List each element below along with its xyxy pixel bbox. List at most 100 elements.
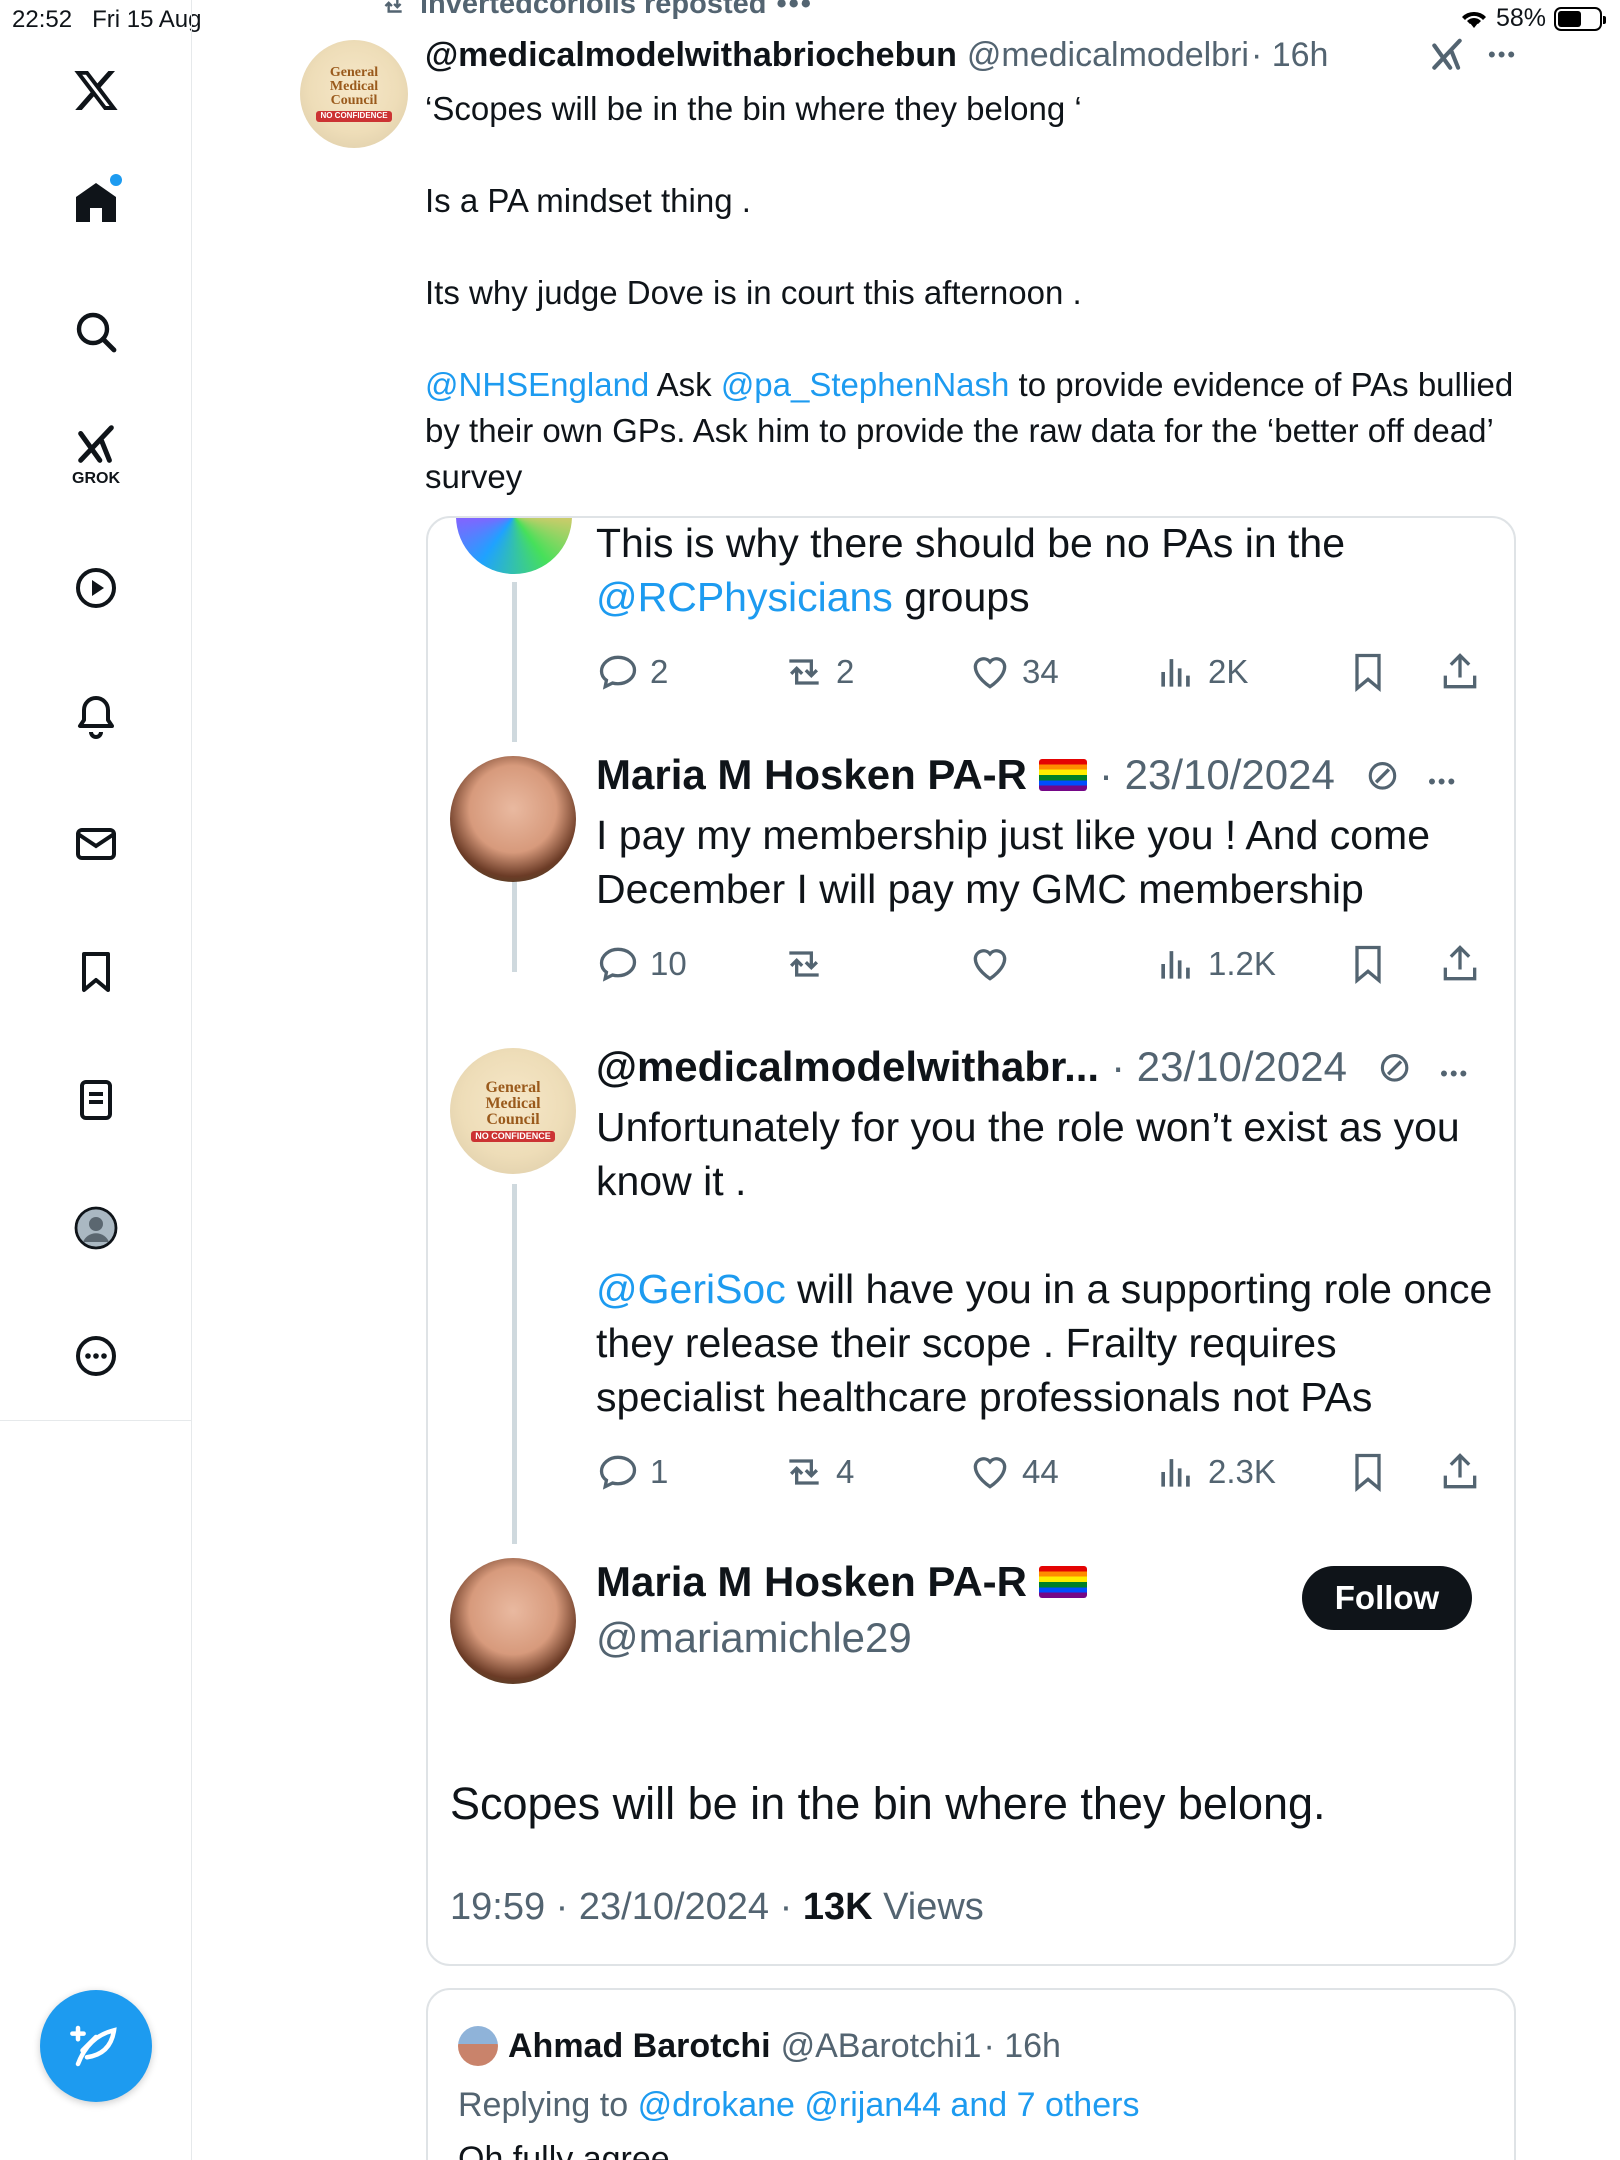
maria-avatar[interactable]	[450, 1558, 576, 1684]
battery-icon	[1554, 6, 1606, 31]
colorful-avatar[interactable]	[456, 518, 572, 574]
reply-button[interactable]: 10	[596, 934, 687, 994]
tweet-timestamp[interactable]: 19:59 · 23/10/2024 ·	[450, 1886, 792, 1928]
bookmark-button[interactable]	[1346, 934, 1390, 994]
mention-link[interactable]: @pa_StephenNash	[721, 366, 1010, 403]
nav-lists[interactable]	[56, 1060, 136, 1140]
mention-link[interactable]: @RCPhysicians	[596, 574, 893, 620]
bookmark-button[interactable]	[1346, 1442, 1390, 1502]
heart-icon	[973, 1457, 1007, 1489]
profile-icon	[74, 1206, 118, 1250]
play-circle-icon	[76, 568, 116, 608]
views-count: 13K	[802, 1886, 873, 1928]
tweet-paragraph: Is a PA mindset thing .	[425, 182, 751, 219]
tweet-age[interactable]: · 16h	[983, 2027, 1061, 2066]
more-icon[interactable]: •••	[1428, 769, 1457, 795]
views-button[interactable]: 2.3K	[1154, 1442, 1276, 1502]
grok-icon	[78, 425, 114, 463]
wifi-icon	[1461, 11, 1486, 28]
author-name[interactable]: Maria M Hosken PA-R	[596, 1558, 1027, 1606]
nav-notifications[interactable]	[56, 676, 136, 756]
views-button[interactable]: 1.2K	[1154, 934, 1276, 994]
nav-home[interactable]	[56, 162, 136, 242]
quoted-post-text: Unfortunately for you the role won’t exi…	[596, 1100, 1496, 1424]
mention-link[interactable]: @GeriSoc	[596, 1266, 786, 1312]
tweet-text: ‘Scopes will be in the bin where they be…	[425, 86, 1525, 500]
author-handle[interactable]: @mariamichle29	[596, 1614, 912, 1662]
nav-search[interactable]	[56, 292, 136, 372]
mention-link[interactable]: @NHSEngland	[425, 366, 649, 403]
repost-count: 4	[836, 1453, 855, 1490]
status-right: 58%	[1460, 4, 1606, 33]
maria-avatar[interactable]	[450, 756, 576, 882]
repost-icon	[384, 0, 402, 13]
share-button[interactable]	[1438, 1442, 1482, 1502]
nav-grok[interactable]: GROK	[56, 415, 136, 495]
name-row: Maria M Hosken PA-R	[596, 1558, 1087, 1606]
compose-button[interactable]	[40, 1990, 152, 2102]
tweet-paragraph: @NHSEngland Ask @pa_StephenNash to provi…	[425, 362, 1525, 500]
avatar-text-1: General	[485, 1078, 541, 1096]
quoted-post-text: I pay my membership just like you ! And …	[596, 812, 1431, 912]
reply-button[interactable]: 2	[596, 642, 668, 702]
follow-button[interactable]: Follow	[1302, 1566, 1472, 1630]
replying-to: Replying to @drokane @rijan44 and 7 othe…	[458, 2086, 1139, 2125]
avatar-text-1: General	[329, 65, 379, 81]
author-name[interactable]: Ahmad Barotchi	[508, 2027, 771, 2066]
rainbow-flag-icon	[1038, 758, 1087, 791]
author-handle[interactable]: @medicalmodelbri	[967, 36, 1249, 75]
like-button[interactable]: 44	[968, 1442, 1059, 1502]
like-button[interactable]	[968, 934, 1022, 994]
author-avatar[interactable]: General Medical Council NO CONFIDENCE	[450, 1048, 576, 1174]
nav-bookmarks[interactable]	[56, 932, 136, 1012]
repost-button[interactable]: 2	[782, 642, 854, 702]
repost-count: 2	[836, 653, 855, 690]
nav-more[interactable]	[56, 1316, 136, 1396]
x-logo-icon[interactable]	[56, 50, 136, 130]
author-handle[interactable]: @ABarotchi1	[781, 2027, 982, 2066]
reply-count: 1	[650, 1453, 669, 1490]
bookmark-button[interactable]	[1346, 642, 1390, 702]
quoted-post-text: This is why there should be no PAs in th…	[596, 518, 1496, 624]
author-name[interactable]: @medicalmodelwithabr...	[596, 1043, 1099, 1091]
share-button[interactable]	[1438, 934, 1482, 994]
author-name[interactable]: Maria M Hosken PA-R	[596, 751, 1027, 799]
reply-icon	[599, 655, 637, 690]
list-icon	[80, 1080, 112, 1120]
reply-icon	[599, 1455, 637, 1490]
more-icon[interactable]: •••	[1488, 42, 1517, 68]
author-avatar[interactable]: General Medical Council NO CONFIDENCE	[300, 40, 408, 148]
quoted-paragraph: Unfortunately for you the role won’t exi…	[596, 1104, 1460, 1204]
reply-text: Oh fully agree	[458, 2140, 670, 2160]
quoted-text-fragment: This is why there should be no PAs in th…	[596, 520, 1346, 566]
views-button[interactable]: 2K	[1154, 642, 1248, 702]
reply-avatar[interactable]	[458, 2026, 498, 2066]
more-icon[interactable]: •••	[1440, 1061, 1469, 1087]
more-circle-icon	[76, 1336, 116, 1376]
nav-videos[interactable]	[56, 548, 136, 628]
quoted-thread-card[interactable]: This is why there should be no PAs in th…	[426, 516, 1516, 1966]
author-name[interactable]: @medicalmodelwithabriochebun	[425, 36, 957, 75]
post-date[interactable]: · 23/10/2024	[1099, 751, 1335, 799]
like-count: 44	[1022, 1453, 1059, 1490]
replying-mentions[interactable]: @drokane @rijan44 and 7 others	[638, 2086, 1140, 2124]
search-icon	[76, 312, 117, 353]
post-date[interactable]: · 23/10/2024	[1111, 1043, 1347, 1091]
tweet-meta: 19:59 · 23/10/2024 · 13K Views	[450, 1886, 984, 1929]
share-button[interactable]	[1438, 642, 1482, 702]
nav-profile[interactable]	[56, 1188, 136, 1268]
like-button[interactable]: 34	[968, 642, 1059, 702]
repost-indicator[interactable]: invertedcoriolis reposted •••	[376, 0, 813, 21]
no-sign-icon: ⊘	[1364, 751, 1401, 798]
tweet-age[interactable]: · 16h	[1251, 36, 1329, 75]
action-bar: 2 2 34 2K	[596, 642, 1496, 702]
heart-icon	[973, 657, 1007, 689]
tweet-paragraph: ‘Scopes will be in the bin where they be…	[425, 90, 1082, 127]
reply-card[interactable]: Ahmad Barotchi @ABarotchi1 · 16h Replyin…	[426, 1988, 1516, 2160]
repost-button[interactable]: 4	[782, 1442, 854, 1502]
reply-button[interactable]: 1	[596, 1442, 668, 1502]
rainbow-flag-icon	[1038, 1566, 1087, 1598]
repost-button[interactable]	[782, 934, 836, 994]
grok-icon[interactable]	[1428, 36, 1466, 74]
nav-messages[interactable]	[56, 804, 136, 884]
